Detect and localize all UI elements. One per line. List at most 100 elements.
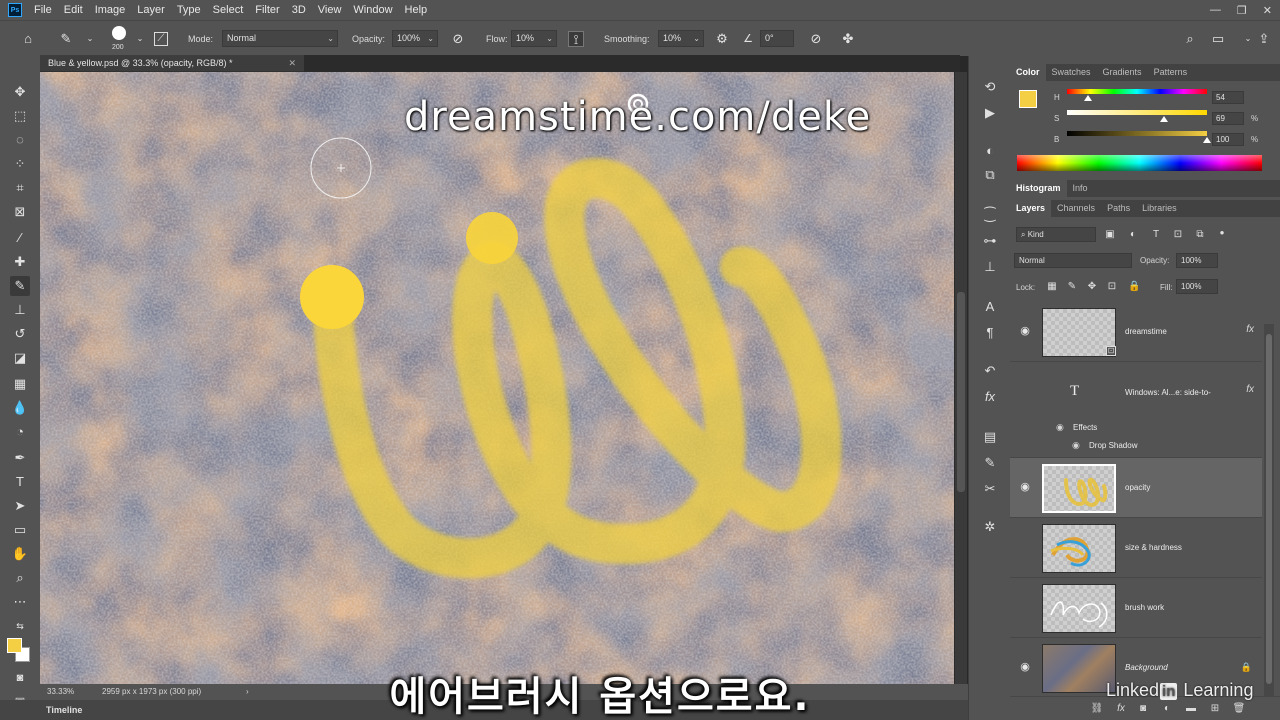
- hue-value-field[interactable]: 54: [1212, 91, 1244, 104]
- tab-info[interactable]: Info: [1067, 180, 1094, 197]
- new-layer-icon[interactable]: ⊞: [1208, 702, 1222, 716]
- menu-image[interactable]: Image: [89, 0, 132, 20]
- visibility-eye-off-icon[interactable]: [1018, 600, 1032, 614]
- adjustments-icon[interactable]: ◐: [981, 142, 999, 160]
- color-spectrum-ramp[interactable]: [1017, 155, 1262, 171]
- tab-channels[interactable]: Channels: [1051, 200, 1101, 217]
- lasso-tool-icon[interactable]: ◌: [10, 130, 30, 150]
- blend-mode-dropdown[interactable]: Normal: [1014, 253, 1132, 268]
- layer-row-brush-work[interactable]: brush work: [1010, 578, 1262, 638]
- drop-shadow-eye-icon[interactable]: ◉: [1072, 440, 1080, 451]
- marquee-tool-icon[interactable]: ⬚: [10, 106, 30, 126]
- menu-filter[interactable]: Filter: [249, 0, 285, 20]
- menu-type[interactable]: Type: [171, 0, 207, 20]
- angle-field[interactable]: 0°: [760, 30, 794, 47]
- layer-row-size-hardness[interactable]: size & hardness: [1010, 518, 1262, 578]
- share-icon[interactable]: ⇪: [1256, 31, 1272, 47]
- properties-icon[interactable]: ⧉: [981, 166, 999, 184]
- crop-tool-icon[interactable]: ⌗: [10, 178, 30, 198]
- filter-smart-object-icon[interactable]: ⧉: [1194, 229, 1206, 241]
- menu-layer[interactable]: Layer: [131, 0, 171, 20]
- quick-selection-tool-icon[interactable]: ⁘: [10, 154, 30, 174]
- smoothing-field[interactable]: 10% ⌄: [658, 30, 704, 47]
- brushes-icon[interactable]: ⊶: [981, 232, 999, 250]
- 3d-panel-icon[interactable]: ✲: [981, 518, 999, 536]
- airbrush-icon[interactable]: ⟟: [568, 31, 584, 47]
- layer-filter-kind-dropdown[interactable]: ⌕ Kind: [1016, 227, 1096, 242]
- layer-effects-icon[interactable]: fx: [1246, 324, 1254, 335]
- filter-toggle-icon[interactable]: ●: [1216, 227, 1228, 239]
- tab-paths[interactable]: Paths: [1101, 200, 1136, 217]
- lock-image-pixels-icon[interactable]: ✎: [1066, 281, 1078, 293]
- clone-source-icon[interactable]: ⊥: [981, 258, 999, 276]
- saturation-slider[interactable]: [1067, 110, 1207, 115]
- visibility-eye-off-icon[interactable]: [1018, 384, 1032, 398]
- actions-play-icon[interactable]: ▶: [981, 104, 999, 122]
- close-icon[interactable]: ✕: [1263, 4, 1272, 17]
- history-panel-icon[interactable]: ⟲: [981, 78, 999, 96]
- tab-histogram[interactable]: Histogram: [1010, 180, 1067, 197]
- eyedropper-tool-icon[interactable]: ⁄: [10, 228, 30, 248]
- history-brush-tool-icon[interactable]: ↺: [10, 324, 30, 344]
- scrollbar-thumb[interactable]: [957, 292, 965, 492]
- layers-scrollbar[interactable]: [1264, 324, 1274, 696]
- saturation-value-field[interactable]: 69: [1212, 112, 1244, 125]
- tab-swatches[interactable]: Swatches: [1046, 64, 1097, 81]
- tab-gradients[interactable]: Gradients: [1097, 64, 1148, 81]
- opacity-field[interactable]: 100% ⌄: [392, 30, 438, 47]
- tab-color[interactable]: Color: [1010, 64, 1046, 81]
- document-canvas[interactable]: dreamstime.com/deke: [40, 72, 956, 684]
- minimize-icon[interactable]: —: [1210, 4, 1221, 16]
- menu-help[interactable]: Help: [399, 0, 434, 20]
- blur-tool-icon[interactable]: 💧: [10, 398, 30, 418]
- filter-type-icon[interactable]: T: [1150, 229, 1162, 241]
- brightness-slider[interactable]: [1067, 131, 1207, 136]
- tab-patterns[interactable]: Patterns: [1148, 64, 1194, 81]
- brush-tool-preset-icon[interactable]: ✎: [58, 31, 74, 47]
- clone-stamp-tool-icon[interactable]: ⊥: [10, 300, 30, 320]
- search-icon[interactable]: ⌕: [1182, 31, 1198, 47]
- layer-effects-icon[interactable]: fx: [1246, 384, 1254, 395]
- lock-icon[interactable]: 🔒: [1241, 662, 1252, 673]
- layer-row-opacity[interactable]: ◉ opacity: [1010, 458, 1262, 518]
- close-tab-icon[interactable]: ✕: [288, 55, 296, 72]
- restore-icon[interactable]: ❐: [1237, 4, 1247, 17]
- hue-slider-thumb[interactable]: [1084, 95, 1092, 101]
- libraries-icon[interactable]: ▤: [981, 428, 999, 446]
- path-selection-tool-icon[interactable]: ➤: [10, 496, 30, 516]
- brush-picker-chevron-icon[interactable]: ⌄: [132, 31, 148, 47]
- lock-artboard-icon[interactable]: ⊡: [1106, 281, 1118, 293]
- layer-row-windows-type[interactable]: T Windows: Al...e: side-to- fx: [1010, 362, 1262, 418]
- dodge-tool-icon[interactable]: ◔: [10, 422, 30, 442]
- gear-icon[interactable]: ⚙: [714, 31, 730, 47]
- filter-adjustment-icon[interactable]: ◐: [1127, 229, 1139, 241]
- menu-file[interactable]: File: [28, 0, 58, 20]
- history-icon[interactable]: ↶: [981, 362, 999, 380]
- document-tab[interactable]: Blue & yellow.psd @ 33.3% (opacity, RGB/…: [40, 55, 304, 72]
- pressure-size-icon[interactable]: ⊘: [808, 31, 824, 47]
- color-panel-foreground-swatch[interactable]: [1019, 90, 1037, 108]
- layer-opacity-field[interactable]: 100%: [1176, 253, 1218, 268]
- brush-tool-icon[interactable]: ✎: [10, 276, 30, 296]
- menu-window[interactable]: Window: [347, 0, 398, 20]
- move-tool-icon[interactable]: ✥: [10, 82, 30, 102]
- eraser-tool-icon[interactable]: ◪: [10, 348, 30, 368]
- menu-3d[interactable]: 3D: [286, 0, 312, 20]
- menu-view[interactable]: View: [312, 0, 348, 20]
- effects-eye-icon[interactable]: ◉: [1056, 422, 1064, 433]
- visibility-eye-icon[interactable]: ◉: [1018, 324, 1032, 338]
- swap-colors-icon[interactable]: ⇆: [10, 616, 30, 636]
- rectangle-tool-icon[interactable]: ▭: [10, 520, 30, 540]
- hand-tool-icon[interactable]: ✋: [10, 544, 30, 564]
- character-panel-icon[interactable]: A: [981, 298, 999, 316]
- pen-tool-icon[interactable]: ✒: [10, 448, 30, 468]
- mode-dropdown[interactable]: Normal ⌄: [222, 30, 338, 47]
- brightness-slider-thumb[interactable]: [1203, 137, 1211, 143]
- chevron-down-icon[interactable]: ⌄: [82, 31, 98, 47]
- visibility-eye-icon[interactable]: ◉: [1018, 480, 1032, 494]
- layers-scrollbar-thumb[interactable]: [1266, 334, 1272, 684]
- delete-layer-icon[interactable]: 🗑: [1232, 702, 1246, 716]
- canvas-vertical-scrollbar[interactable]: [955, 72, 967, 684]
- brush-preview-icon[interactable]: [112, 26, 126, 40]
- zoom-tool-icon[interactable]: ⌕: [10, 568, 30, 588]
